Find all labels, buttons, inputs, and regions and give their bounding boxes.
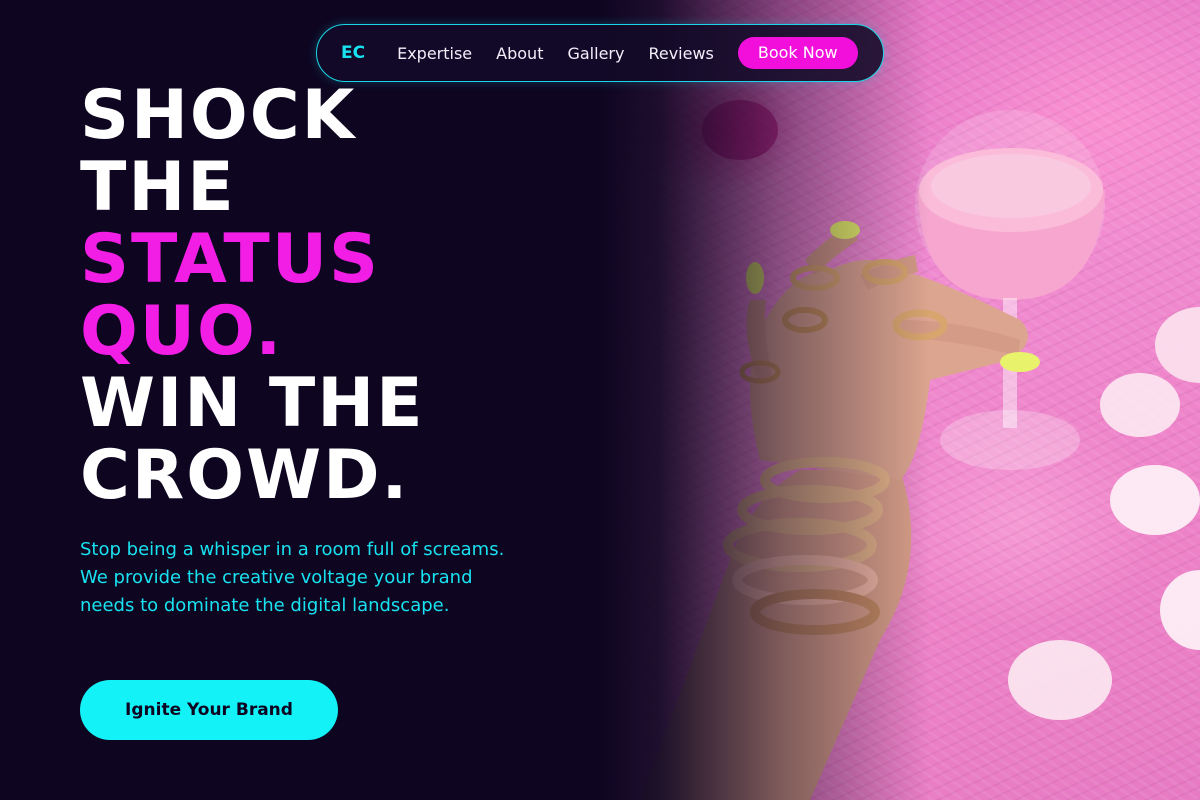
headline-line-highlight: QUO. [80,292,284,371]
book-now-button[interactable]: Book Now [737,37,858,69]
nav-link-about[interactable]: About [496,44,543,63]
page: EC Expertise About Gallery Reviews Book … [0,0,1200,800]
nav-link-expertise[interactable]: Expertise [397,44,472,63]
hero-headline: SHOCK THE STATUS QUO. WIN THE CROWD. [80,80,600,512]
headline-line: SHOCK [80,76,357,155]
top-nav: EC Expertise About Gallery Reviews Book … [316,24,884,82]
nav-link-gallery[interactable]: Gallery [567,44,624,63]
headline-line: WIN THE [80,364,425,443]
ignite-your-brand-button[interactable]: Ignite Your Brand [80,680,338,740]
headline-line-highlight: STATUS [80,220,381,299]
headline-line: CROWD. [80,436,410,515]
nav-link-reviews[interactable]: Reviews [648,44,713,63]
hero-subtext: Stop being a whisper in a room full of s… [80,539,505,616]
hero-image [600,0,1200,800]
headline-line: THE [80,148,236,227]
hero-gradient-overlay [600,0,1200,800]
nav-logo[interactable]: EC [341,43,365,63]
